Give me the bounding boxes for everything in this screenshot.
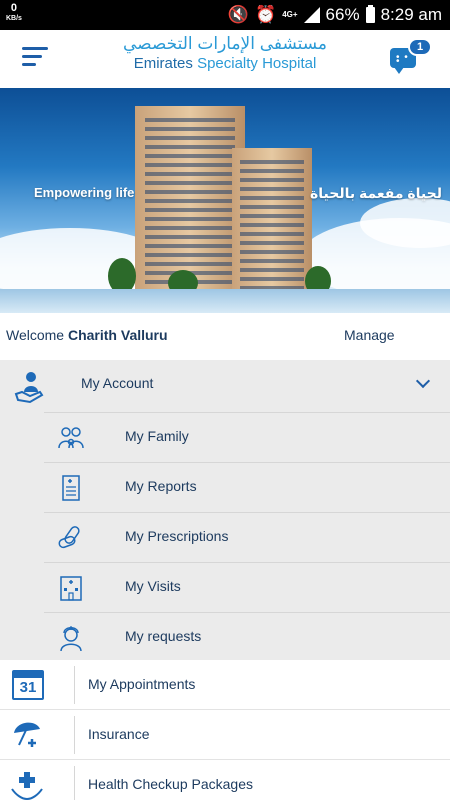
account-item-my-family[interactable]: My Family bbox=[44, 412, 450, 462]
menu-item-my-appointments[interactable]: 31 My Appointments bbox=[0, 660, 450, 710]
clock: 8:29 am bbox=[380, 5, 442, 24]
account-item-my-prescriptions[interactable]: My Prescriptions bbox=[44, 512, 450, 562]
logo-arabic: مستشفى الإمارات التخصصي bbox=[122, 34, 328, 53]
health-hands-icon bbox=[11, 772, 43, 800]
alarm-icon: ⏰ bbox=[255, 5, 277, 24]
account-item-label: My Prescriptions bbox=[125, 528, 229, 544]
account-hand-icon bbox=[14, 372, 44, 404]
account-item-my-visits[interactable]: My Visits bbox=[44, 562, 450, 612]
logo-english-hospital: Specialty Hospital bbox=[197, 55, 317, 72]
hospital-banner: Empowering life لحياة مفعمة بالحياة bbox=[0, 88, 450, 313]
battery-percent: 66% bbox=[325, 5, 360, 24]
family-icon bbox=[58, 427, 84, 449]
network-type-label: 4G+ bbox=[282, 10, 298, 19]
nurse-icon bbox=[60, 626, 82, 652]
menu-item-label: My Appointments bbox=[88, 676, 196, 692]
report-icon bbox=[62, 475, 80, 501]
menu-item-label: Insurance bbox=[88, 726, 150, 742]
chat-button[interactable]: • • • 1 bbox=[388, 38, 432, 77]
account-item-label: My Family bbox=[125, 428, 189, 444]
hospital-logo: مستشفى الإمارات التخصصي Emirates Special… bbox=[110, 34, 340, 74]
logo-english: Emirates Specialty Hospital bbox=[110, 54, 340, 74]
my-account-toggle[interactable]: My Account bbox=[0, 360, 450, 412]
calendar-icon: 31 bbox=[12, 670, 44, 700]
welcome-greeting: Welcome bbox=[6, 327, 65, 343]
welcome-row: Welcome Charith Valluru Manage bbox=[0, 313, 450, 360]
chevron-down-icon bbox=[415, 373, 431, 389]
hamburger-menu-icon[interactable] bbox=[22, 47, 48, 69]
hospital-building-icon bbox=[60, 576, 82, 601]
account-item-my-requests[interactable]: My requests bbox=[44, 612, 450, 662]
status-bar: 0 KB/s 🔇 ⏰ 4G+ 66% 8:29 am bbox=[0, 0, 450, 30]
chat-badge: 1 bbox=[408, 38, 432, 56]
pills-icon bbox=[58, 526, 80, 549]
status-icons: 🔇 ⏰ 4G+ 66% 8:29 am bbox=[228, 0, 442, 30]
umbrella-icon bbox=[14, 722, 40, 747]
my-account-label: My Account bbox=[81, 375, 154, 391]
signal-icon bbox=[303, 7, 320, 23]
account-item-label: My Reports bbox=[125, 478, 197, 494]
mute-icon: 🔇 bbox=[227, 5, 250, 24]
manage-button[interactable]: Manage bbox=[344, 327, 395, 343]
menu-item-insurance[interactable]: Insurance bbox=[0, 710, 450, 760]
logo-english-emirates: Emirates bbox=[133, 55, 193, 72]
welcome-message: Welcome Charith Valluru bbox=[6, 327, 168, 343]
banner-tagline-arabic: لحياة مفعمة بالحياة bbox=[310, 185, 442, 201]
account-item-label: My requests bbox=[125, 628, 202, 644]
user-name: Charith Valluru bbox=[67, 327, 168, 343]
network-speed-value: 0 bbox=[10, 2, 18, 14]
network-speed-unit: KB/s bbox=[6, 15, 22, 22]
account-item-my-reports[interactable]: My Reports bbox=[44, 462, 450, 512]
menu-item-label: Health Checkup Packages bbox=[88, 776, 253, 792]
my-account-section: My Account My Family My Reports My Presc… bbox=[0, 360, 450, 660]
battery-icon bbox=[365, 5, 375, 23]
account-item-label: My Visits bbox=[125, 578, 181, 594]
network-speed: 0 KB/s bbox=[6, 2, 22, 23]
banner-tagline-english: Empowering life bbox=[34, 185, 135, 200]
menu-item-health-checkup-packages[interactable]: Health Checkup Packages bbox=[0, 760, 450, 800]
app-header: مستشفى الإمارات التخصصي Emirates Special… bbox=[0, 30, 450, 88]
